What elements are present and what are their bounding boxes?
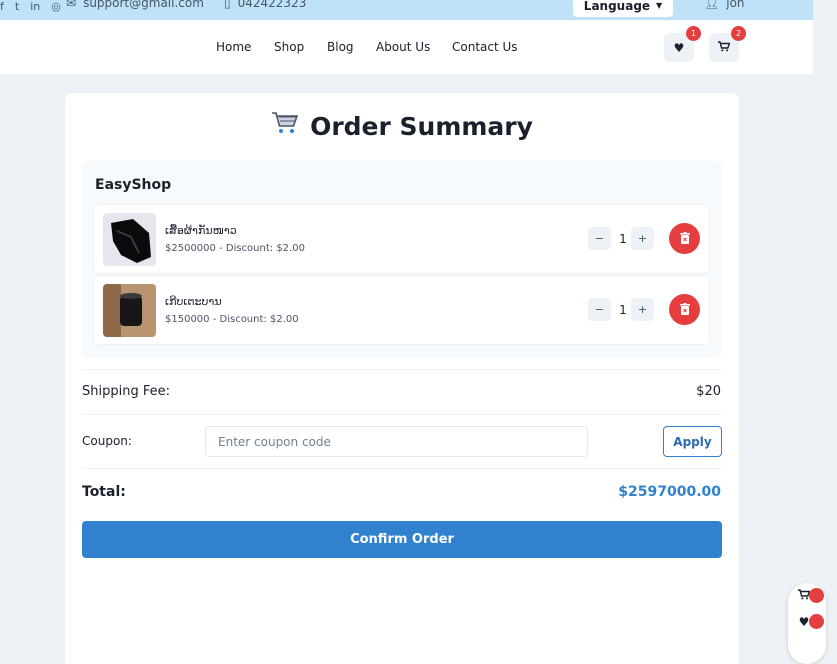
twitter-icon[interactable]: t xyxy=(15,0,19,13)
nav-link-about[interactable]: About Us xyxy=(376,40,430,54)
github-icon[interactable]: ◎ xyxy=(51,0,61,13)
quantity-value: 1 xyxy=(619,303,627,317)
delete-item-button[interactable] xyxy=(669,294,700,325)
caret-down-icon: ▼ xyxy=(656,1,663,10)
shipping-label: Shipping Fee: xyxy=(82,384,170,399)
mail-icon: ✉ xyxy=(66,0,77,10)
shop-group: EasyShop ເສື້ອຜ້າກັນໜາວ $2500000 - Disco… xyxy=(82,161,722,358)
heart-icon: ♥ xyxy=(673,40,685,55)
trash-icon xyxy=(679,300,690,319)
nav-link-contact[interactable]: Contact Us xyxy=(452,40,518,54)
decrease-qty-button[interactable]: − xyxy=(588,298,611,321)
product-price: $2500000 - Discount: $2.00 xyxy=(165,243,305,254)
delete-item-button[interactable] xyxy=(669,223,700,254)
product-image xyxy=(103,213,156,266)
confirm-order-button[interactable]: Confirm Order xyxy=(82,521,722,558)
contact-email[interactable]: ✉ support@gmail.com xyxy=(66,0,204,11)
phone-text: 042422323 xyxy=(237,0,307,10)
coupon-label: Coupon: xyxy=(82,434,132,448)
product-name: ເກີບເຕະບານ xyxy=(165,295,222,308)
heart-icon: ♥ xyxy=(798,615,810,629)
cart-notification-dot xyxy=(809,588,824,603)
decrease-qty-button[interactable]: − xyxy=(588,227,611,250)
page-title: Order Summary xyxy=(310,111,533,141)
user-icon: 👤︎ xyxy=(704,0,720,10)
increase-qty-button[interactable]: + xyxy=(631,227,654,250)
facebook-icon[interactable]: f xyxy=(0,0,4,13)
trash-icon xyxy=(679,229,690,248)
top-bar: ✉ support@gmail.com ▯ 042422323 f t in ◎… xyxy=(0,0,813,20)
cart-button[interactable]: 2 xyxy=(709,26,746,62)
divider xyxy=(82,468,722,469)
nav-link-shop[interactable]: Shop xyxy=(274,40,304,54)
product-name: ເສື້ອຜ້າກັນໜາວ xyxy=(165,224,237,237)
total-label: Total: xyxy=(82,484,126,500)
linkedin-icon[interactable]: in xyxy=(30,0,40,13)
contact-phone[interactable]: ▯ 042422323 xyxy=(224,0,306,11)
total-value: $2597000.00 xyxy=(618,484,721,500)
cart-count-badge: 2 xyxy=(731,26,746,41)
apply-coupon-button[interactable]: Apply xyxy=(663,426,722,457)
cart-icon xyxy=(718,40,731,55)
divider xyxy=(82,414,722,415)
plus-icon: + xyxy=(637,303,648,316)
divider xyxy=(82,369,722,370)
minus-icon: − xyxy=(594,303,605,316)
shopping-cart-icon xyxy=(271,111,299,141)
wishlist-button[interactable]: ♥ 1 xyxy=(664,26,701,62)
nav-link-blog[interactable]: Blog xyxy=(327,40,354,54)
product-price: $150000 - Discount: $2.00 xyxy=(165,314,299,325)
product-image xyxy=(103,284,156,337)
title-row: Order Summary xyxy=(65,111,739,141)
wishlist-notification-dot xyxy=(809,614,824,629)
main-nav: Home Shop Blog About Us Contact Us ♥ 1 2 xyxy=(0,20,813,74)
plus-icon: + xyxy=(637,232,648,245)
language-label: Language xyxy=(583,0,651,13)
coupon-input[interactable] xyxy=(205,426,588,457)
phone-icon: ▯ xyxy=(224,0,231,10)
user-name: jon xyxy=(726,0,745,10)
cart-item: ເສື້ອຜ້າກັນໜາວ $2500000 - Discount: $2.0… xyxy=(94,205,709,273)
minus-icon: − xyxy=(594,232,605,245)
nav-link-home[interactable]: Home xyxy=(216,40,251,54)
wishlist-count-badge: 1 xyxy=(686,26,701,41)
floating-quick-bar: ♥ xyxy=(788,583,826,664)
order-summary-card: Order Summary EasyShop ເສື້ອຜ້າກັນໜາວ $2… xyxy=(65,93,739,664)
quantity-value: 1 xyxy=(619,232,627,246)
user-menu[interactable]: 👤︎ jon xyxy=(704,0,745,11)
email-text: support@gmail.com xyxy=(83,0,204,10)
shop-name: EasyShop xyxy=(95,177,172,193)
shipping-value: $20 xyxy=(696,384,721,399)
language-dropdown[interactable]: Language ▼ xyxy=(573,0,673,17)
cart-item: ເກີບເຕະບານ $150000 - Discount: $2.00 − 1… xyxy=(94,276,709,344)
increase-qty-button[interactable]: + xyxy=(631,298,654,321)
